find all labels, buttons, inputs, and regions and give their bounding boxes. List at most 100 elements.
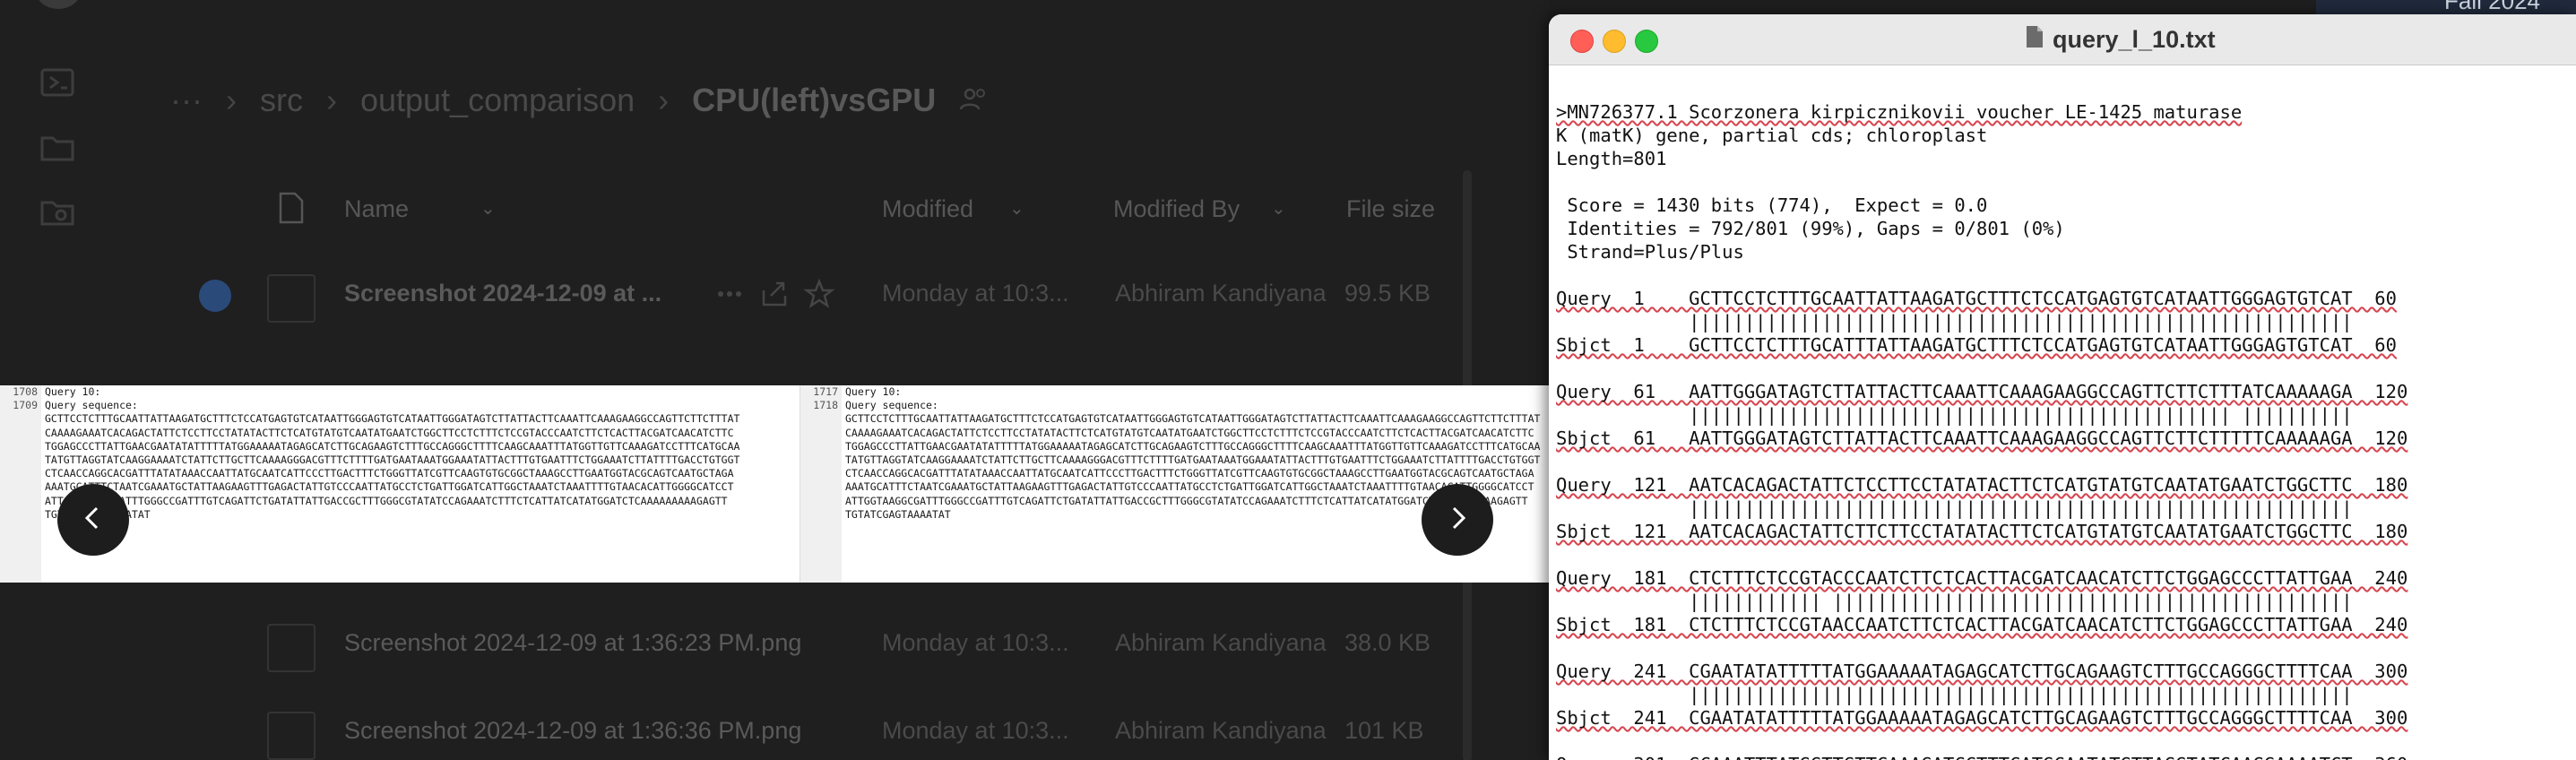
- window-title-text: query_l_10.txt: [2053, 25, 2216, 53]
- file-name[interactable]: Screenshot 2024-12-09 at 1:36:36 PM.png: [344, 717, 801, 745]
- folder-search-icon[interactable]: [39, 195, 75, 228]
- text-line: Length=801: [1556, 148, 1667, 169]
- file-modified-by: Abhiram Kandiyana: [1115, 629, 1327, 656]
- code-line: TGTATCGAGTAAAATAT: [45, 508, 744, 522]
- line-number: [800, 522, 842, 535]
- code-line: CAAAAGAAATCACAGACTATTCTCCTTCCTATATACTTCT…: [45, 426, 734, 439]
- minimize-button[interactable]: [1603, 30, 1626, 53]
- chevron-down-icon[interactable]: ⌄: [480, 197, 496, 220]
- chevron-right-icon: [1442, 503, 1473, 538]
- library-icon[interactable]: [39, 66, 75, 99]
- breadcrumb: ··· › src › output_comparison › CPU(left…: [170, 79, 990, 122]
- text-line: [1556, 357, 2569, 380]
- chevron-down-icon[interactable]: ⌄: [1271, 197, 1286, 220]
- text-editor-window: query_l_10.txt >MN726377.1 Scorzonera ki…: [1549, 14, 2576, 760]
- preview-pane-gpu: 171717188 1719172017211722 Query 10:Quer…: [800, 385, 1549, 583]
- text-line: [1556, 543, 2569, 566]
- line-number: [0, 412, 41, 426]
- star-icon[interactable]: [803, 278, 835, 310]
- breadcrumb-item-output-comparison[interactable]: output_comparison: [360, 82, 635, 119]
- zoom-button[interactable]: [1635, 30, 1658, 53]
- avatar[interactable]: [36, 0, 81, 9]
- text-line: |||||||||||| |||||||||||||||||||||||||||…: [1556, 591, 2353, 612]
- text-line: Sbjct 1 GCTTCCTCTTTGCATTTATTAAGATGCTTTCT…: [1556, 334, 2397, 356]
- document-icon: [2026, 25, 2044, 55]
- breadcrumb-overflow-button[interactable]: ···: [170, 82, 203, 119]
- code-line: TATGTTAGGTATCAAGGAAAATCTATTCTTGCTTCAAAAG…: [45, 453, 740, 466]
- text-line: Query 61 AATTGGGATAGTCTTATTACTTCAAATTCAA…: [1556, 381, 2408, 402]
- previous-image-button[interactable]: [57, 484, 129, 556]
- breadcrumb-current-folder: CPU(left)vsGPU: [692, 82, 937, 118]
- line-number: [0, 576, 41, 583]
- code-text: Query 10: Query sequence: GCTTCCTCTTTGCAAT…: [45, 385, 744, 583]
- column-header-modified[interactable]: Modified: [882, 195, 973, 223]
- file-row[interactable]: Screenshot 2024-12-09 at 1:36:36 PM.png …: [188, 690, 1533, 760]
- file-modified: Monday at 10:3...: [882, 280, 1069, 307]
- file-modified: Monday at 10:3...: [882, 629, 1069, 656]
- text-line: K (matK) gene, partial cds; chloroplast: [1556, 125, 1988, 146]
- file-row[interactable]: Screenshot 2024-12-09 at 1:36:23 PM.png …: [188, 602, 1533, 688]
- row-checkmark-icon[interactable]: [199, 280, 231, 312]
- line-number: [800, 495, 842, 508]
- folder-icon[interactable]: [39, 131, 75, 163]
- column-header-file-size[interactable]: File size: [1346, 195, 1435, 223]
- line-number: [0, 535, 41, 548]
- line-number: [0, 467, 41, 480]
- code-line: CTCAACCAGGCACGATTTATATAAACCAATTATGCAATCA…: [45, 467, 734, 480]
- desktop-corner: Fall 2024: [2316, 0, 2576, 14]
- code-line: GCTTCCTCTTTGCAATTATTAAGATGCTTTCTCCATGAGT…: [45, 412, 740, 426]
- text-line: Query 121 AATCACAGACTATTCTCCTTCCTATATACT…: [1556, 474, 2408, 496]
- text-line: ||||||||||||||||||||||||||||||||||||||||…: [1556, 684, 2353, 705]
- line-number: [800, 535, 842, 548]
- text-line: Query 181 CTCTTTCTCCGTACCCAATCTTCTCACTTA…: [1556, 567, 2408, 589]
- text-line: Sbjct 241 CGAATATATTTTTATGGAAAAATAGAGCAT…: [1556, 707, 2408, 729]
- next-image-button[interactable]: [1422, 484, 1493, 556]
- line-number: [0, 495, 41, 508]
- text-line: [1556, 730, 2569, 753]
- file-row-selected[interactable]: Screenshot 2024-12-09 at ... Monday at 1…: [188, 253, 1533, 339]
- column-header-modified-by[interactable]: Modified By: [1113, 195, 1240, 223]
- share-icon[interactable]: [758, 278, 791, 310]
- image-file-icon: [267, 274, 316, 323]
- line-number: [0, 440, 41, 453]
- file-size: 101 KB: [1344, 717, 1424, 744]
- code-line: Query 10:: [845, 385, 902, 398]
- text-line: ||||||||||||||||||||||||||||||||||||||||…: [1556, 497, 2353, 519]
- file-name[interactable]: Screenshot 2024-12-09 at 1:36:23 PM.png: [344, 629, 801, 657]
- line-number: [800, 480, 842, 494]
- code-line: TGGAGCCCTTATTGAACGAATATATTTTTATGGAAAAATA…: [45, 439, 740, 453]
- window-title: query_l_10.txt: [2026, 23, 2216, 56]
- image-preview: 170817098 1710171117121713 Query 10:Quer…: [0, 385, 1549, 583]
- line-number: [800, 440, 842, 453]
- file-browser: ··· › src › output_comparison › CPU(left…: [0, 0, 1549, 760]
- line-number: [800, 508, 842, 522]
- file-size: 38.0 KB: [1344, 629, 1431, 656]
- line-number: [800, 548, 842, 562]
- line-number: [0, 562, 41, 575]
- chevron-down-icon[interactable]: ⌄: [1009, 197, 1024, 220]
- text-line: Query 241 CGAATATATTTTTATGGAAAAATAGAGCAT…: [1556, 661, 2408, 682]
- text-line: [1556, 170, 2569, 194]
- file-modified: Monday at 10:3...: [882, 717, 1069, 744]
- code-line: GCTTCCTCTTTGCAATTATTAAGATGCTTTCTCCATGAGT…: [845, 412, 1541, 426]
- file-size: 99.5 KB: [1344, 280, 1431, 307]
- image-file-icon: [267, 712, 316, 760]
- text-line: [1556, 263, 2569, 287]
- more-options-icon[interactable]: [713, 278, 746, 310]
- document-text[interactable]: >MN726377.1 Scorzonera kirpicznikovii vo…: [1556, 100, 2569, 760]
- image-file-icon: [267, 624, 316, 672]
- text-line: ||||||||||||||||||||||||||||||||||||||||…: [1556, 404, 2353, 426]
- file-type-icon[interactable]: [278, 192, 305, 230]
- code-line: Query sequence:: [845, 399, 938, 412]
- text-line: >MN726377.1 Scorzonera kirpicznikovii vo…: [1556, 101, 2243, 123]
- text-line: Sbjct 121 AATCACAGACTATTCTTCTTCCTATATACT…: [1556, 521, 2408, 542]
- breadcrumb-item-src[interactable]: src: [260, 82, 303, 119]
- column-header-name[interactable]: Name: [344, 195, 409, 223]
- code-line: TATGTTAGGTATCAAGGAAAATCTATTCTTGCTTCAAAAG…: [845, 453, 1541, 466]
- window-titlebar[interactable]: query_l_10.txt: [1549, 14, 2576, 65]
- close-button[interactable]: [1570, 30, 1594, 53]
- file-name[interactable]: Screenshot 2024-12-09 at ...: [344, 280, 661, 307]
